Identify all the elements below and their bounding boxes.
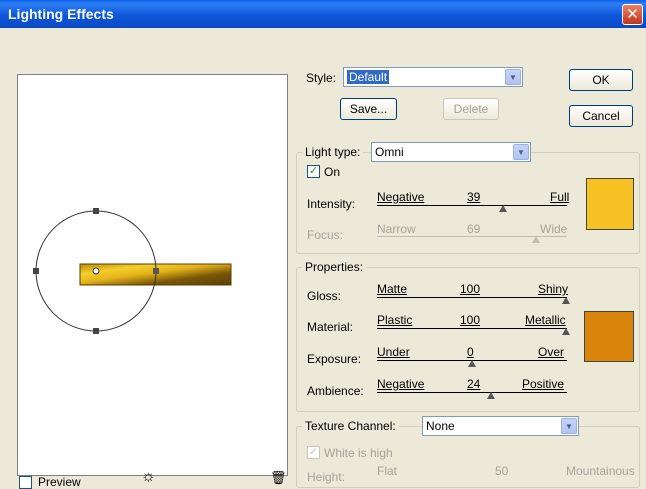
style-select[interactable]: Default ▼ <box>343 67 523 87</box>
texture-channel-value: None <box>426 419 455 433</box>
material-slider-track[interactable] <box>377 328 567 329</box>
light-type-value: Omni <box>375 145 404 159</box>
save-button[interactable]: Save... <box>340 98 397 120</box>
exposure-value: 0 <box>467 345 474 359</box>
cancel-button[interactable]: Cancel <box>569 105 633 127</box>
chevron-down-icon: ▼ <box>505 69 521 85</box>
exposure-min-label: Under <box>377 345 410 359</box>
focus-max-label: Wide <box>540 222 568 236</box>
intensity-value: 39 <box>467 190 481 204</box>
ambience-slider-track[interactable] <box>377 392 567 393</box>
focus-label: Focus: <box>307 228 344 242</box>
preview-checkbox[interactable] <box>19 476 32 489</box>
ambient-color-swatch[interactable] <box>584 311 634 362</box>
gloss-label: Gloss: <box>307 289 342 303</box>
light-on-label: On <box>324 165 341 179</box>
focus-value: 69 <box>467 222 481 236</box>
focus-slider-thumb <box>532 236 540 243</box>
light-on-checkbox[interactable]: ✓ <box>307 165 320 178</box>
texture-channel-label: Texture Channel: <box>302 419 399 433</box>
trash-icon[interactable]: 🗑 <box>270 470 287 486</box>
style-value: Default <box>347 70 390 84</box>
intensity-min-label: Negative <box>377 190 425 204</box>
style-label: Style: <box>306 71 337 85</box>
delete-button: Delete <box>443 98 499 120</box>
gloss-max-label: Shiny <box>538 282 569 296</box>
light-type-label: Light type: <box>302 145 364 159</box>
light-bulb-icon[interactable]: ☼ <box>141 468 156 486</box>
exposure-max-label: Over <box>538 345 565 359</box>
properties-label: Properties: <box>302 260 367 274</box>
material-min-label: Plastic <box>377 313 413 327</box>
material-value: 100 <box>460 313 481 327</box>
light-type-select[interactable]: Omni ▼ <box>371 142 531 162</box>
intensity-slider-thumb[interactable] <box>499 205 507 212</box>
white-is-high-label: White is high <box>324 446 393 460</box>
ok-button[interactable]: OK <box>569 69 633 91</box>
intensity-max-label: Full <box>550 190 570 204</box>
ambience-max-label: Positive <box>522 377 565 391</box>
gloss-slider-thumb[interactable] <box>562 297 570 304</box>
exposure-slider-thumb[interactable] <box>468 360 476 367</box>
gloss-min-label: Matte <box>377 282 408 296</box>
close-button[interactable]: ✕ <box>622 4 643 25</box>
material-max-label: Metallic <box>525 313 566 327</box>
height-value: 50 <box>495 464 509 478</box>
ambience-slider-thumb[interactable] <box>487 392 495 399</box>
chevron-down-icon: ▼ <box>561 418 577 434</box>
ambience-value: 24 <box>467 377 481 391</box>
preview-canvas[interactable] <box>17 74 288 476</box>
preview-label: Preview <box>38 475 81 489</box>
intensity-slider-track[interactable] <box>377 205 567 206</box>
ambience-min-label: Negative <box>377 377 425 391</box>
height-max-label: Mountainous <box>566 464 635 478</box>
close-icon: ✕ <box>626 6 639 23</box>
window-title: Lighting Effects <box>8 6 114 22</box>
light-handle-top <box>93 208 99 214</box>
height-min-label: Flat <box>377 464 398 478</box>
chevron-down-icon: ▼ <box>513 144 529 160</box>
gloss-value: 100 <box>460 282 481 296</box>
focus-min-label: Narrow <box>377 222 416 236</box>
gloss-slider-track[interactable] <box>377 297 567 298</box>
light-handle-left <box>33 268 39 274</box>
preview-svg <box>33 208 232 334</box>
intensity-label: Intensity: <box>307 197 356 211</box>
white-is-high-checkbox: ✓ <box>307 446 320 459</box>
material-slider-thumb[interactable] <box>562 328 570 335</box>
light-handle-bottom <box>93 328 99 334</box>
light-center-handle <box>92 267 100 275</box>
ambience-label: Ambience: <box>307 384 364 398</box>
exposure-label: Exposure: <box>307 352 362 366</box>
texture-channel-select[interactable]: None ▼ <box>422 416 579 436</box>
material-label: Material: <box>307 320 354 334</box>
light-handle-right <box>153 268 159 274</box>
light-color-swatch[interactable] <box>586 178 634 230</box>
